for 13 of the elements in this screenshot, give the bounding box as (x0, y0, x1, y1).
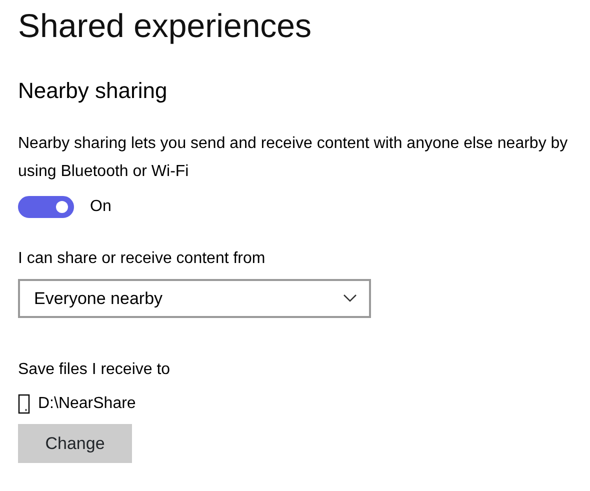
toggle-label: On (90, 196, 112, 217)
field-label: I can share or receive content from (18, 248, 266, 269)
share-dropdown[interactable]: Everyone nearby (18, 278, 371, 318)
change-button[interactable]: Change (18, 424, 132, 463)
toggle-switch[interactable] (18, 196, 74, 218)
drive-icon (18, 394, 30, 414)
section-heading: Nearby sharing (18, 78, 168, 104)
page-title: Shared experiences (18, 6, 313, 46)
description-text: Nearby sharing lets you send and receive content with anyone else nearby by using Bluetooth or Wi-Fi (18, 134, 569, 182)
chevron-down-icon (343, 294, 357, 302)
dropdown-value: Everyone nearby (34, 288, 163, 310)
folder-path: D:\NearShare (38, 394, 136, 414)
field-label: Save files I receive to (18, 360, 172, 380)
